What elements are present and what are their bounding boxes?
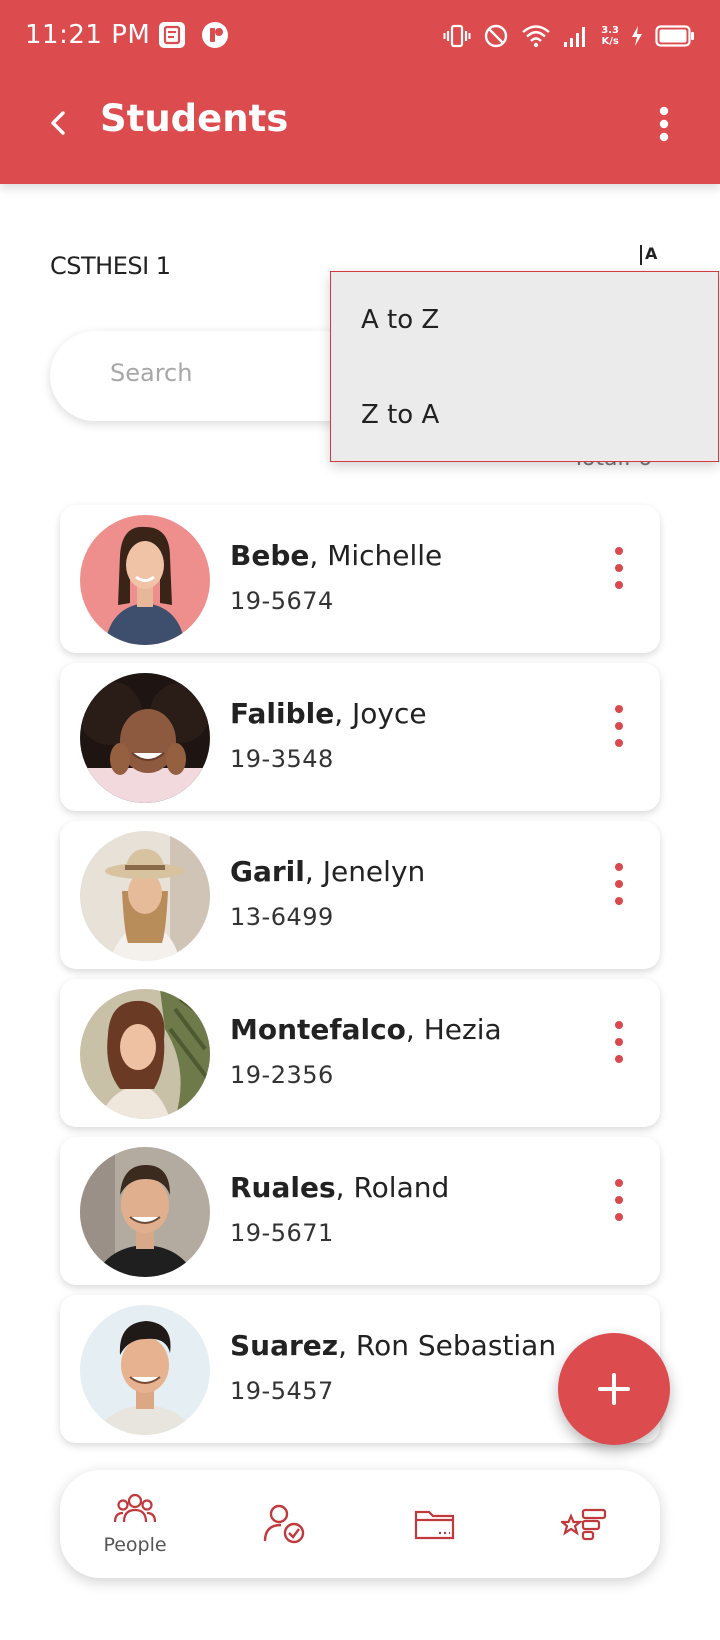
status-bar: 11:21 PM 3.3 K/s [0, 0, 720, 76]
student-more-button[interactable] [606, 859, 632, 909]
back-button[interactable] [34, 98, 84, 148]
student-first-name: Hezia [423, 1013, 502, 1046]
sort-option-a-to-z[interactable]: A to Z [331, 272, 718, 367]
search-placeholder: Search [110, 359, 193, 387]
signal-icon [563, 24, 589, 48]
page-title: Students [100, 97, 289, 140]
name-separator: , [338, 1329, 356, 1362]
student-card[interactable]: Ruales, Roland 19-5671 [60, 1137, 660, 1285]
net-speed-unit: K/s [601, 36, 619, 47]
nav-item-attendance[interactable] [225, 1470, 345, 1578]
student-avatar [80, 515, 210, 645]
do-not-disturb-icon [483, 23, 509, 49]
name-separator: , [304, 855, 323, 888]
plus-icon [598, 1373, 630, 1405]
student-last-name: Garil [230, 855, 305, 888]
add-student-button[interactable] [558, 1333, 670, 1445]
student-last-name: Bebe [230, 539, 310, 572]
student-avatar [80, 831, 210, 961]
student-id: 19-5457 [230, 1377, 334, 1405]
student-card[interactable]: Falible, Joyce 19-3548 [60, 663, 660, 811]
student-last-name: Ruales [230, 1171, 336, 1204]
sort-menu: A to Z Z to A [330, 271, 719, 462]
charging-icon [631, 25, 643, 47]
net-speed-value: 3.3 [601, 25, 619, 36]
app-bar: 11:21 PM 3.3 K/s Students [0, 0, 720, 184]
nav-item-files[interactable] [375, 1470, 495, 1578]
name-separator: , [309, 539, 328, 572]
student-more-button[interactable] [606, 701, 632, 751]
student-name: Falible, Joyce [230, 697, 427, 730]
overflow-menu-button[interactable] [644, 96, 684, 152]
student-id: 13-6499 [230, 903, 334, 931]
sort-toggle-label: A [645, 244, 658, 263]
student-avatar [80, 1147, 210, 1277]
nav-label-people: People [103, 1534, 167, 1556]
student-name: Bebe, Michelle [230, 539, 442, 572]
student-avatar [80, 673, 210, 803]
net-speed: 3.3 K/s [601, 25, 619, 47]
student-first-name: Jenelyn [322, 855, 426, 888]
student-avatar [80, 989, 210, 1119]
wifi-icon [521, 23, 551, 49]
student-first-name: Michelle [327, 539, 443, 572]
student-more-button[interactable] [606, 543, 632, 593]
student-card[interactable]: Garil, Jenelyn 13-6499 [60, 821, 660, 969]
student-first-name: Joyce [352, 697, 427, 730]
student-first-name: Roland [353, 1171, 450, 1204]
toolbar: Students [0, 84, 720, 164]
status-time: 11:21 PM [25, 20, 151, 50]
notes-app-icon [157, 20, 187, 50]
student-card[interactable]: Bebe, Michelle 19-5674 [60, 505, 660, 653]
student-last-name: Montefalco [230, 1013, 406, 1046]
app-badge-icon [200, 20, 230, 50]
student-last-name: Falible [230, 697, 335, 730]
student-name: Montefalco, Hezia [230, 1013, 502, 1046]
student-id: 19-2356 [230, 1061, 334, 1089]
name-separator: , [335, 1171, 354, 1204]
bottom-navigation: People [60, 1470, 660, 1578]
student-name: Suarez, Ron Sebastian [230, 1329, 556, 1362]
name-separator: , [334, 697, 353, 730]
battery-icon [655, 25, 695, 47]
student-more-button[interactable] [606, 1175, 632, 1225]
folder-icon [414, 1510, 455, 1540]
people-icon [114, 1493, 156, 1523]
back-arrow-icon [51, 111, 65, 135]
student-last-name: Suarez [230, 1329, 339, 1362]
student-more-button[interactable] [606, 1017, 632, 1067]
student-name: Ruales, Roland [230, 1171, 449, 1204]
student-id: 19-3548 [230, 745, 334, 773]
student-first-name: Ron Sebastian [355, 1329, 557, 1362]
sort-option-z-to-a[interactable]: Z to A [331, 367, 718, 462]
name-separator: , [405, 1013, 424, 1046]
student-id: 19-5671 [230, 1219, 334, 1247]
vibrate-icon [443, 22, 471, 50]
student-name: Garil, Jenelyn [230, 855, 425, 888]
student-card[interactable]: Montefalco, Hezia 19-2356 [60, 979, 660, 1127]
ranking-icon [561, 1508, 607, 1541]
class-title: CSTHESI 1 [50, 252, 171, 280]
more-vertical-icon [659, 106, 669, 142]
nav-item-rankings[interactable] [525, 1470, 645, 1578]
status-icons: 3.3 K/s [443, 18, 695, 54]
nav-item-people[interactable]: People [75, 1470, 195, 1578]
user-check-icon [263, 1504, 305, 1544]
sort-toggle[interactable]: A [640, 244, 670, 270]
student-avatar [80, 1305, 210, 1435]
student-id: 19-5674 [230, 587, 334, 615]
